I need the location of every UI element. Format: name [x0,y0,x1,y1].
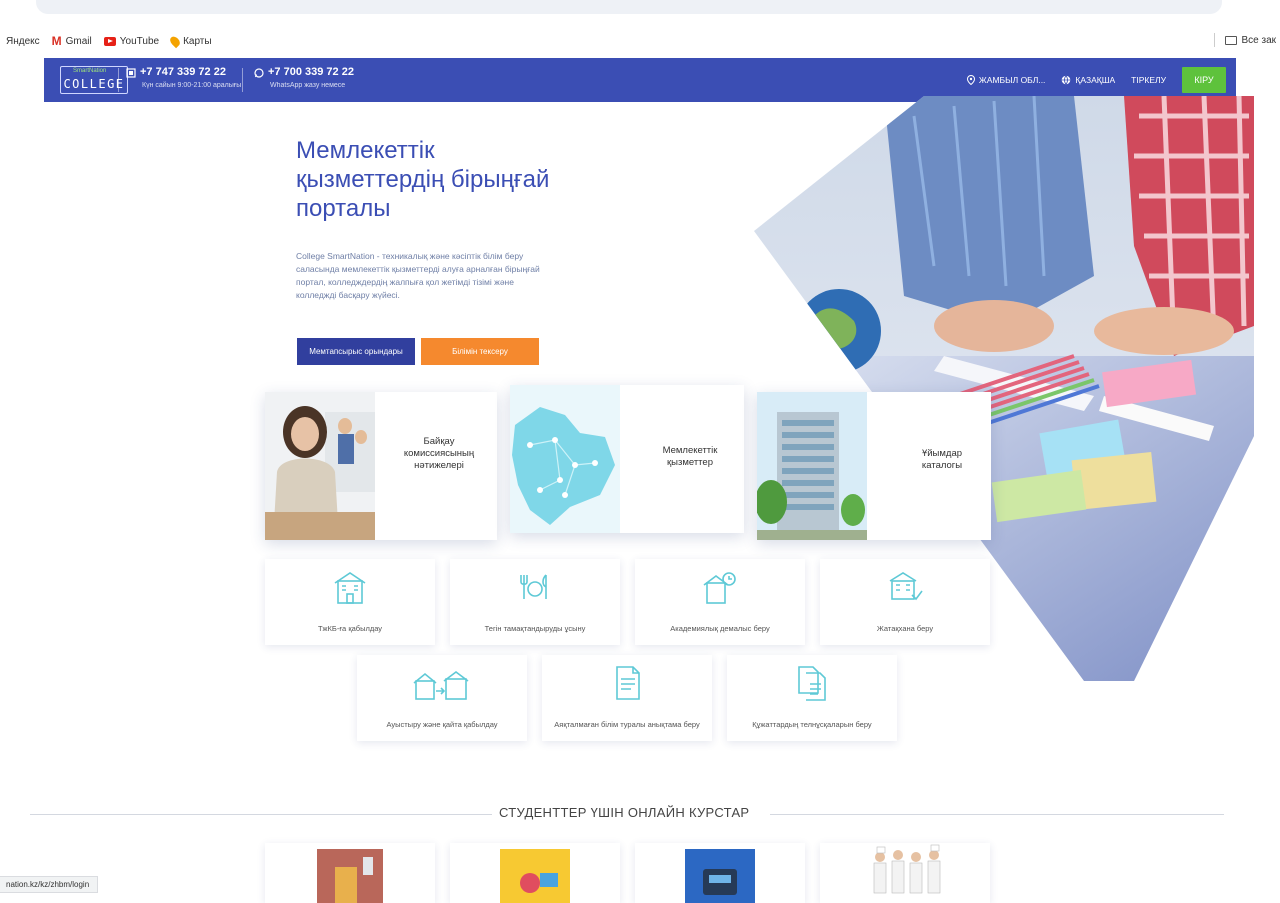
academic-leave-icon [703,572,736,604]
logo-text: COLLEGE [63,77,125,91]
course-card[interactable] [820,843,990,903]
course-card[interactable] [450,843,620,903]
courses-section-title: СТУДЕНТТЕР ҮШІН ОНЛАЙН КУРСТАР [499,805,750,820]
language-selector[interactable]: ҚАЗАҚША [1061,75,1115,85]
location-pin-icon [966,75,975,85]
login-button[interactable]: КІРУ [1182,67,1226,93]
certificate-icon [616,666,640,700]
language-label: ҚАЗАҚША [1075,75,1116,85]
school-building-icon [334,572,366,604]
bookmark-maps[interactable]: Карты [168,34,212,48]
service-label: Аяқталмаған білім туралы анықтама беру [554,720,700,729]
bookmark-label: Карты [183,35,212,47]
hero-description: College SmartNation - техникалық және кә… [296,251,540,300]
hero-title: Мемлекеттік қызметтердің бірыңғай портал… [296,137,550,222]
globe-icon [1062,75,1071,85]
divider [242,68,243,92]
status-bar-url: nation.kz/kz/zhbm/login [0,876,99,893]
bookmark-yandex[interactable]: Яндекс [6,36,40,47]
card-organizations-catalog[interactable]: Ұйымдар каталогы [757,392,991,540]
service-tvet-admission[interactable]: ТжКБ-ға қабылдау [265,559,435,645]
service-label: Жатақхана беру [876,624,934,633]
service-academic-leave[interactable]: Академиялық демалыс беру [635,559,805,645]
all-bookmarks-label: Все зак [1241,34,1276,46]
service-label: ТжКБ-ға қабылдау [317,624,383,633]
all-bookmarks-button[interactable]: Все зак [1214,33,1276,47]
bookmarks-bar: Яндекс M Gmail YouTube Карты [0,26,1280,56]
service-label: Академиялық демалыс беру [670,624,770,633]
divider [770,814,1224,815]
course-card[interactable] [635,843,805,903]
phone-contact[interactable]: +7 747 339 72 22 Күн сайын 9:00-21:00 ар… [126,66,241,92]
bookmark-youtube[interactable]: YouTube [103,35,160,47]
card-label: Ұйымдар каталогы [921,448,963,471]
header-actions: ЖАМБЫЛ ОБЛ... ҚАЗАҚША ТІРКЕЛУ КІРУ [966,67,1226,93]
service-dormitory[interactable]: Жатақхана беру [820,559,990,645]
phone-icon [126,67,136,78]
service-incomplete-education-certificate[interactable]: Аяқталмаған білім туралы анықтама беру [542,655,712,741]
bookmark-label: Gmail [65,35,92,47]
knowledge-check-button[interactable]: Білімін тексеру [421,338,539,365]
service-document-duplicates[interactable]: Құжаттардың телнұсқаларын беру [727,655,897,741]
gmail-icon: M [51,34,62,48]
kazakhstan-map-image [510,385,620,533]
course-image [500,849,570,903]
divider [30,814,492,815]
college-building-image [757,392,867,540]
folder-icon [1225,35,1238,45]
service-free-meals[interactable]: Тегін тамақтандыруды ұсыну [450,559,620,645]
region-selector[interactable]: ЖАМБЫЛ ОБЛ... [966,75,1046,85]
phone-number: +7 747 339 72 22 [140,66,226,78]
bookmark-label: Яндекс [6,35,40,47]
course-image [685,849,755,903]
phone-hours: Күн сайын 9:00-21:00 аралығы [142,82,242,89]
dormitory-icon [889,572,923,601]
youtube-icon [103,36,116,46]
card-public-services[interactable]: Мемлекеттік қызметтер [510,385,744,533]
course-image [873,844,941,894]
course-card[interactable] [265,843,435,903]
service-label: Ауыстыру және қайта қабылдау [386,720,498,729]
whatsapp-contact[interactable]: +7 700 339 72 22 WhatsApp жазу немесе [254,66,354,92]
whatsapp-number: +7 700 339 72 22 [268,66,354,78]
card-label: Байқау комиссиясының нәтижелері [403,436,475,471]
service-label: Тегін тамақтандыруды ұсыну [484,624,586,633]
divider [1214,33,1216,47]
transfer-icon [413,671,469,700]
maps-pin-icon [168,34,182,48]
whatsapp-icon [254,67,264,78]
cutlery-icon [520,574,547,599]
card-label: Мемлекеттік қызметтер [662,445,718,468]
browser-tabstrip [0,0,1280,26]
address-bar[interactable] [36,0,1222,14]
register-link[interactable]: ТІРКЕЛУ [1131,75,1166,85]
state-order-places-button[interactable]: Мемтапсырыс орындары [297,338,415,365]
logo-subtext: SmartNation [73,68,107,74]
divider [118,68,119,92]
duplicate-documents-icon [798,666,826,701]
region-label: ЖАМБЫЛ ОБЛ... [978,75,1046,85]
whatsapp-note: WhatsApp жазу немесе [270,82,346,89]
service-label: Құжаттардың телнұсқаларын беру [752,720,872,729]
student-exam-image [265,392,375,540]
course-image [317,849,383,903]
card-commission-results[interactable]: Байқау комиссиясының нәтижелері [265,392,497,540]
bookmark-gmail[interactable]: M Gmail [52,34,92,48]
service-transfer-readmission[interactable]: Ауыстыру және қайта қабылдау [357,655,527,741]
bookmark-label: YouTube [119,35,160,47]
